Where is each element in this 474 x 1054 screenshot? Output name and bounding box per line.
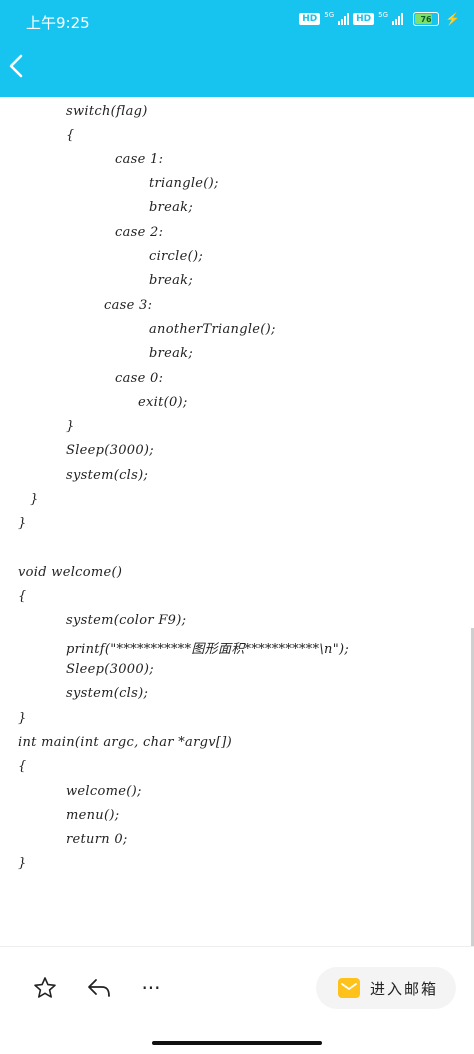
chevron-left-icon <box>9 54 23 78</box>
code-line: case 3: <box>104 298 153 313</box>
code-line: switch(flag) <box>66 104 148 119</box>
back-button[interactable] <box>6 52 30 84</box>
code-line: circle(); <box>149 249 204 264</box>
charging-icon: ⚡ <box>445 12 460 26</box>
enter-mailbox-button[interactable]: 进入邮箱 <box>316 967 456 1009</box>
code-line: system(cls); <box>66 468 149 483</box>
code-line: return 0; <box>66 832 128 847</box>
code-line: system(cls); <box>66 686 149 701</box>
code-line: } <box>18 516 27 531</box>
code-line: triangle(); <box>149 176 219 191</box>
code-line: { <box>18 589 27 604</box>
more-icon: ··· <box>141 976 161 1000</box>
code-line: void welcome() <box>18 565 123 580</box>
code-line: break; <box>149 273 194 288</box>
reply-icon <box>88 979 110 997</box>
battery-icon: 76 <box>413 12 440 26</box>
star-icon <box>34 977 56 998</box>
code-line: menu(); <box>66 808 120 823</box>
signal-icon <box>338 13 350 25</box>
code-line: Sleep(3000); <box>66 443 154 458</box>
code-content: switch(flag) { case 1: triangle(); break… <box>0 97 474 957</box>
code-line: anotherTriangle(); <box>149 322 276 337</box>
reply-button[interactable] <box>86 975 112 1001</box>
code-line: printf("***********图形面积***********\n"); <box>66 642 350 657</box>
code-line: Sleep(3000); <box>66 662 154 677</box>
enter-mailbox-label: 进入邮箱 <box>370 979 439 998</box>
code-line: case 1: <box>115 152 164 167</box>
home-indicator[interactable] <box>152 1041 322 1045</box>
code-line: } <box>18 711 27 726</box>
code-line: break; <box>149 200 194 215</box>
code-line: case 2: <box>115 225 164 240</box>
hd-badge-2: HD <box>353 13 375 25</box>
code-line: } <box>18 856 27 871</box>
code-line: exit(0); <box>138 395 188 410</box>
bottom-toolbar: ··· 进入邮箱 <box>0 946 474 1054</box>
code-line: { <box>18 759 27 774</box>
star-button[interactable] <box>32 975 58 1001</box>
code-line: break; <box>149 346 194 361</box>
code-line: system(color F9); <box>66 613 187 628</box>
more-button[interactable]: ··· <box>138 975 164 1001</box>
status-time: 上午9:25 <box>26 14 90 32</box>
code-line: case 0: <box>115 371 164 386</box>
hd-badge: HD <box>299 13 321 25</box>
code-line: int main(int argc, char *argv[]) <box>18 735 232 750</box>
network-label-2: 5G <box>378 10 389 19</box>
app-header: 上午9:25 HD 5G HD 5G 76 ⚡ <box>0 0 474 97</box>
code-line: welcome(); <box>66 784 142 799</box>
status-icons: HD 5G HD 5G 76 ⚡ <box>299 10 460 26</box>
code-line: } <box>66 419 75 434</box>
mail-icon <box>338 978 360 998</box>
code-line: } <box>30 492 39 507</box>
signal-icon-2 <box>392 13 404 25</box>
battery-level: 76 <box>420 14 432 24</box>
network-label: 5G <box>324 10 335 19</box>
code-line: { <box>66 128 75 143</box>
